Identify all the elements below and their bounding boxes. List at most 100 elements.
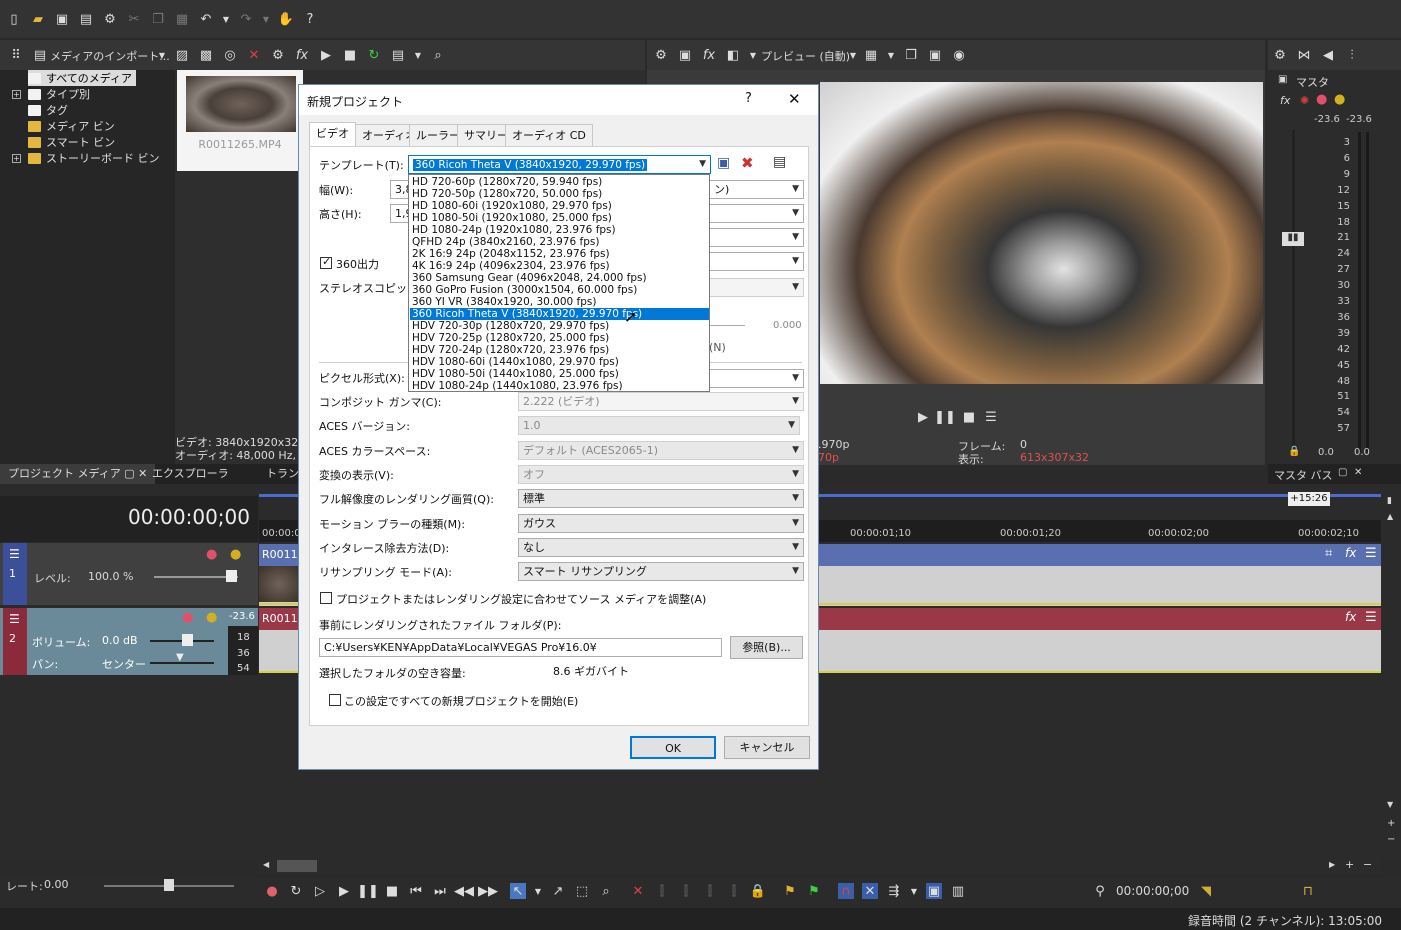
ignore-grouping-icon[interactable]: ▥ bbox=[950, 883, 966, 899]
stereo-mode-select[interactable]: ▼ bbox=[709, 278, 804, 297]
paste-icon[interactable]: ▦ bbox=[174, 11, 190, 27]
template-option[interactable]: HD 1080-60i (1920x1080, 29.970 fps) bbox=[410, 200, 709, 212]
output-rotation-select[interactable]: ▼ bbox=[709, 228, 804, 247]
template-option[interactable]: HDV 720-24p (1280x720, 23.976 fps) bbox=[410, 344, 709, 356]
preview-quality-dropdown[interactable]: プレビュー (自動) bbox=[761, 48, 850, 64]
template-option[interactable]: 360 GoPro Fusion (3000x1504, 60.000 fps) bbox=[410, 284, 709, 296]
close-button[interactable]: ✕ bbox=[788, 90, 801, 108]
mute-icon[interactable]: ● bbox=[182, 610, 193, 625]
next-frame-icon[interactable]: ▶▶ bbox=[478, 883, 498, 899]
auto-preview-icon[interactable]: ↻ bbox=[366, 47, 382, 63]
undo-icon[interactable]: ↶ bbox=[198, 11, 214, 27]
import-media-button[interactable]: メディアのインポート... bbox=[50, 48, 170, 64]
normal-edit-tool-icon[interactable]: ↖ bbox=[510, 883, 526, 899]
speaker-icon[interactable]: ◀ bbox=[1320, 47, 1336, 63]
mute-icon[interactable]: ● bbox=[1316, 92, 1327, 107]
pixel-format-select[interactable]: ▼ bbox=[709, 369, 804, 388]
trim-end-icon[interactable]: ⫿ bbox=[702, 883, 718, 899]
template-option[interactable]: HDV 1080-24p (1440x1080, 23.976 fps) bbox=[410, 380, 709, 392]
template-option[interactable]: HDV 720-25p (1280x720, 25.000 fps) bbox=[410, 332, 709, 344]
stop-icon[interactable]: ■ bbox=[384, 883, 400, 899]
trim-start-icon[interactable]: ⫿ bbox=[678, 883, 694, 899]
template-option[interactable]: HD 720-60p (1280x720, 59.940 fps) bbox=[410, 176, 709, 188]
mixer-icon[interactable]: ⫶ bbox=[1344, 47, 1360, 63]
tab-video[interactable]: ビデオ bbox=[309, 122, 356, 147]
video-event-name[interactable]: R0011 bbox=[262, 548, 298, 561]
views-dropdown-icon[interactable]: ▼ bbox=[410, 47, 426, 63]
search-icon[interactable]: ⌕ bbox=[430, 47, 446, 63]
master-settings-icon[interactable]: ⚙ bbox=[1272, 47, 1288, 63]
template-option[interactable]: HD 1080-50i (1920x1080, 25.000 fps) bbox=[410, 212, 709, 224]
event-menu-icon[interactable]: ☰ bbox=[1365, 546, 1377, 561]
go-to-start-icon[interactable]: ⏮ bbox=[408, 883, 424, 899]
selection-tool-icon[interactable]: ⬚ bbox=[574, 883, 590, 899]
template-option[interactable]: 4K 16:9 24p (4096x2304, 23.976 fps) bbox=[410, 260, 709, 272]
tree-item-smart-bins[interactable]: スマート ビン bbox=[28, 134, 115, 150]
template-option[interactable]: HDV 720-30p (1280x720, 29.970 fps) bbox=[410, 320, 709, 332]
vr-icon[interactable]: ◉ bbox=[951, 47, 967, 63]
template-option[interactable]: 2K 16:9 24p (2048x1152, 23.976 fps) bbox=[410, 248, 709, 260]
whats-this-icon[interactable]: ? bbox=[302, 11, 318, 27]
aces-colorspace-select[interactable]: デフォルト (ACES2065-1) ▼ bbox=[518, 441, 804, 460]
scroll-thumb[interactable] bbox=[277, 860, 317, 872]
automation-icon[interactable]: ✺ bbox=[1300, 94, 1309, 107]
tab-explorer[interactable]: エクスプローラ bbox=[144, 464, 237, 484]
deinterlace-select[interactable]: なし ▼ bbox=[518, 538, 804, 557]
redo-icon[interactable]: ↷ bbox=[238, 11, 254, 27]
maximize-icon[interactable]: ▢ bbox=[124, 467, 134, 480]
gamma-select[interactable]: 2.222 (ビデオ) ▼ bbox=[518, 392, 804, 411]
event-menu-icon[interactable]: ☰ bbox=[1365, 610, 1377, 625]
region-icon[interactable]: ⚑ bbox=[806, 883, 822, 899]
stop-icon[interactable]: ■ bbox=[961, 409, 977, 425]
h-zoom-in-icon[interactable]: + bbox=[1345, 858, 1354, 871]
horizontal-scrollbar[interactable]: ◀ ▶ + − bbox=[259, 858, 1381, 874]
media-properties-icon[interactable]: ⚙ bbox=[270, 47, 286, 63]
maximize-icon[interactable]: ▢ bbox=[1338, 467, 1347, 478]
split-icon[interactable]: ⫿ bbox=[726, 883, 742, 899]
template-option[interactable]: HD 720-50p (1280x720, 50.000 fps) bbox=[410, 188, 709, 200]
master-fader-handle[interactable]: ▮▮ bbox=[1282, 232, 1304, 246]
template-option[interactable]: 360 Ricoh Theta V (3840x1920, 29.970 fps… bbox=[410, 308, 709, 320]
video-track-header[interactable]: ☰ 1 ● ● レベル: 100.0 % bbox=[0, 543, 258, 605]
loop-icon[interactable]: ↻ bbox=[288, 883, 304, 899]
copy-snapshot-icon[interactable]: ❐ bbox=[903, 47, 919, 63]
stop-icon[interactable]: ■ bbox=[342, 47, 358, 63]
match-media-icon[interactable]: ▤ bbox=[773, 154, 786, 170]
solo-icon[interactable]: ● bbox=[206, 610, 217, 625]
import-media-icon[interactable]: ▤ bbox=[32, 47, 48, 63]
event-fx-icon[interactable]: fx bbox=[1345, 546, 1356, 560]
views-icon[interactable]: ▤ bbox=[390, 47, 406, 63]
pixel-aspect-select[interactable]: ▼ bbox=[709, 204, 804, 223]
template-option[interactable]: HDV 1080-60i (1440x1080, 29.970 fps) bbox=[410, 356, 709, 368]
template-option[interactable]: 360 Samsung Gear (4096x2048, 24.000 fps) bbox=[410, 272, 709, 284]
scroll-top-icon[interactable]: ▮ bbox=[1387, 496, 1392, 506]
cancel-button[interactable]: キャンセル bbox=[724, 736, 810, 759]
scroll-down-icon[interactable]: ▼ bbox=[1387, 800, 1393, 809]
pause-icon[interactable]: ❚❚ bbox=[934, 409, 956, 425]
resample-select[interactable]: スマート リサンプリング ▼ bbox=[518, 562, 804, 581]
video-fx-icon[interactable]: fx bbox=[701, 47, 717, 63]
zoom-tool-icon[interactable]: ⌕ bbox=[598, 883, 614, 899]
mute-icon[interactable]: ● bbox=[206, 547, 217, 562]
copy-icon[interactable]: ❐ bbox=[150, 11, 166, 27]
pause-icon[interactable]: ❚❚ bbox=[357, 883, 379, 899]
template-option[interactable]: 360 YI VR (3840x1920, 30.000 fps) bbox=[410, 296, 709, 308]
aces-version-select[interactable]: 1.0 ▼ bbox=[518, 416, 800, 435]
play-from-start-icon[interactable]: ▷ bbox=[312, 883, 328, 899]
template-option[interactable]: HD 1080-24p (1920x1080, 23.976 fps) bbox=[410, 224, 709, 236]
browse-button[interactable]: 参照(B)... bbox=[730, 636, 803, 659]
quality-select[interactable]: 標準 ▼ bbox=[518, 489, 804, 508]
media-fx-icon[interactable]: ◎ bbox=[222, 47, 238, 63]
width-input[interactable]: 3,8 bbox=[390, 180, 413, 199]
fx-icon[interactable]: fx bbox=[294, 47, 310, 63]
hand-tool-icon[interactable]: ✋ bbox=[278, 11, 294, 27]
delete-icon[interactable]: ✕ bbox=[630, 883, 646, 899]
expand-icon[interactable]: + bbox=[12, 154, 21, 163]
event-pan-crop-icon[interactable]: ⌗ bbox=[1325, 546, 1332, 561]
field-order-select[interactable]: ン) ▼ bbox=[709, 180, 804, 199]
tab-audio-cd[interactable]: オーディオ CD bbox=[505, 124, 593, 146]
solo-icon[interactable]: ● bbox=[1334, 92, 1345, 107]
tree-item-all-media[interactable]: すべてのメディア bbox=[28, 70, 137, 86]
split-screen-icon[interactable]: ◧ bbox=[725, 47, 741, 63]
fx-icon[interactable]: fx bbox=[1280, 94, 1290, 107]
